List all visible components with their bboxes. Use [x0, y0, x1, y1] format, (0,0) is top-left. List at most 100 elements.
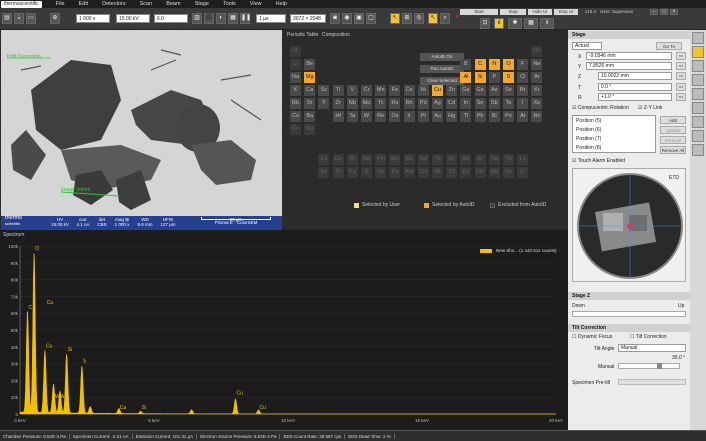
- element-Ga[interactable]: Ga: [460, 85, 472, 96]
- gallery-icon[interactable]: ⊞: [402, 13, 412, 24]
- t-field[interactable]: 0.0 °: [598, 83, 672, 91]
- element-Ir[interactable]: Ir: [403, 111, 415, 122]
- element-Mn[interactable]: Mn: [375, 85, 387, 96]
- element-Fe[interactable]: Fe: [389, 85, 401, 96]
- r-field[interactable]: +1.0 °: [598, 93, 672, 101]
- z-lock-icon[interactable]: ▭: [676, 72, 686, 80]
- zoom-icon[interactable]: ⌕: [440, 13, 450, 24]
- element-Cu[interactable]: Cu: [432, 85, 443, 96]
- element-I[interactable]: I: [517, 98, 529, 109]
- element-No[interactable]: No: [503, 167, 514, 178]
- element-La[interactable]: La: [318, 154, 330, 165]
- module-icon-7[interactable]: [692, 116, 704, 128]
- stop-ui-button[interactable]: Stop UI: [554, 9, 578, 15]
- magnification-icon[interactable]: ⊕: [50, 13, 60, 24]
- camera-icon[interactable]: ◉: [342, 13, 352, 24]
- element-Pd[interactable]: Pd: [417, 98, 429, 109]
- stop-button[interactable]: Stop: [500, 9, 526, 15]
- module-icon-4[interactable]: [692, 74, 704, 86]
- element-Kr[interactable]: Kr: [531, 85, 543, 96]
- element-O[interactable]: O: [503, 59, 514, 70]
- element-Ru[interactable]: Ru: [389, 98, 401, 109]
- start-button[interactable]: Start: [460, 9, 498, 15]
- element-Y[interactable]: Y: [318, 98, 330, 109]
- remove-all-button[interactable]: Remove All: [660, 146, 686, 154]
- element-Au[interactable]: Au: [432, 111, 443, 122]
- element-Tl[interactable]: Tl: [460, 111, 472, 122]
- element-Nb[interactable]: Nb: [346, 98, 358, 109]
- element-Pa[interactable]: Pa: [346, 167, 358, 178]
- element-Co[interactable]: Co: [403, 85, 415, 96]
- element-Ca[interactable]: Ca: [304, 85, 316, 96]
- hide-ui-button[interactable]: Hide UI: [528, 9, 552, 15]
- menu-scan[interactable]: Scan: [140, 1, 153, 7]
- contrast-icon[interactable]: ◐: [216, 13, 226, 24]
- list-item[interactable]: Position (5): [576, 118, 601, 124]
- element-Sb[interactable]: Sb: [488, 98, 500, 109]
- element-Ac[interactable]: Ac: [318, 167, 330, 178]
- film-icon[interactable]: ▣: [354, 13, 364, 24]
- element-W[interactable]: W: [361, 111, 372, 122]
- magnification-select[interactable]: 1 000 x: [76, 14, 110, 23]
- element-Ra[interactable]: Ra: [304, 124, 316, 135]
- y-field[interactable]: 7.8526 mm: [586, 62, 672, 70]
- zy-link-checkbox[interactable]: ☑ Z-Y Link: [638, 105, 662, 111]
- element-Np[interactable]: Np: [375, 167, 387, 178]
- element-Rn[interactable]: Rn: [531, 111, 543, 122]
- element-Cf[interactable]: Cf: [446, 167, 458, 178]
- element-S[interactable]: S: [503, 72, 514, 83]
- spectrum-icon[interactable]: ıl: [540, 18, 554, 29]
- element-Na[interactable]: Na: [290, 72, 301, 83]
- element-Al[interactable]: Al: [460, 72, 472, 83]
- minimize-icon[interactable]: –: [650, 9, 658, 15]
- module-icon-8[interactable]: [692, 130, 704, 142]
- element-P[interactable]: P: [488, 72, 500, 83]
- element-As[interactable]: As: [488, 85, 500, 96]
- element-Hg[interactable]: Hg: [446, 111, 458, 122]
- element-Es[interactable]: Es: [460, 167, 472, 178]
- pause-icon[interactable]: ❚❚: [240, 13, 251, 24]
- y-lock-icon[interactable]: ▭: [676, 62, 686, 70]
- autoid-on-button[interactable]: AutoID On: [420, 53, 464, 61]
- remove-button[interactable]: Remove: [660, 136, 686, 144]
- frame-icon[interactable]: ▢: [366, 13, 376, 24]
- pretilt-slider[interactable]: [618, 379, 686, 385]
- add-button[interactable]: Add: [660, 116, 686, 124]
- list-item[interactable]: Position (6): [576, 127, 601, 133]
- element-Cr[interactable]: Cr: [361, 85, 372, 96]
- update-button[interactable]: Update: [660, 126, 686, 134]
- element-K[interactable]: K: [290, 85, 301, 96]
- compucentric-checkbox[interactable]: ☑ Compucentric Rotation: [572, 105, 629, 111]
- stage-z-slider[interactable]: [572, 311, 686, 317]
- element-Nd[interactable]: Nd: [361, 154, 372, 165]
- element-Yb[interactable]: Yb: [503, 154, 514, 165]
- element-Os[interactable]: Os: [389, 111, 401, 122]
- navcam-view[interactable]: ETD: [572, 168, 686, 282]
- manual-tilt-slider[interactable]: [618, 363, 680, 369]
- element-Li[interactable]: Li: [290, 59, 301, 70]
- element-Po[interactable]: Po: [503, 111, 514, 122]
- r-lock-icon[interactable]: ▭: [676, 93, 686, 101]
- element-Re[interactable]: Re: [375, 111, 387, 122]
- sem-image-view[interactable]: Drift Correction Image Inform: [1, 30, 282, 216]
- element-Ba[interactable]: Ba: [304, 111, 316, 122]
- lens-icon[interactable]: ◎: [414, 13, 424, 24]
- menu-file[interactable]: File: [56, 1, 65, 7]
- hv-select[interactable]: 15.00 kV: [116, 14, 150, 23]
- z-field[interactable]: 10.0022 mm: [598, 72, 672, 80]
- element-F[interactable]: F: [517, 59, 529, 70]
- menu-view[interactable]: View: [250, 1, 262, 7]
- open-icon[interactable]: ▤: [2, 13, 12, 24]
- element-Hf[interactable]: Hf: [332, 111, 344, 122]
- element-Ho[interactable]: Ho: [460, 154, 472, 165]
- spot-select[interactable]: 6.0: [154, 14, 188, 23]
- slider-thumb[interactable]: [657, 363, 662, 369]
- element-Tb[interactable]: Tb: [432, 154, 443, 165]
- element-Eu[interactable]: Eu: [403, 154, 415, 165]
- element-Xe[interactable]: Xe: [531, 98, 543, 109]
- pointer-icon-2[interactable]: ↖: [428, 13, 438, 24]
- tune-icon[interactable]: ⬛: [204, 13, 214, 24]
- module-icon-1[interactable]: [692, 32, 704, 44]
- element-Cd[interactable]: Cd: [446, 98, 458, 109]
- tab-composition[interactable]: Composition: [322, 32, 350, 38]
